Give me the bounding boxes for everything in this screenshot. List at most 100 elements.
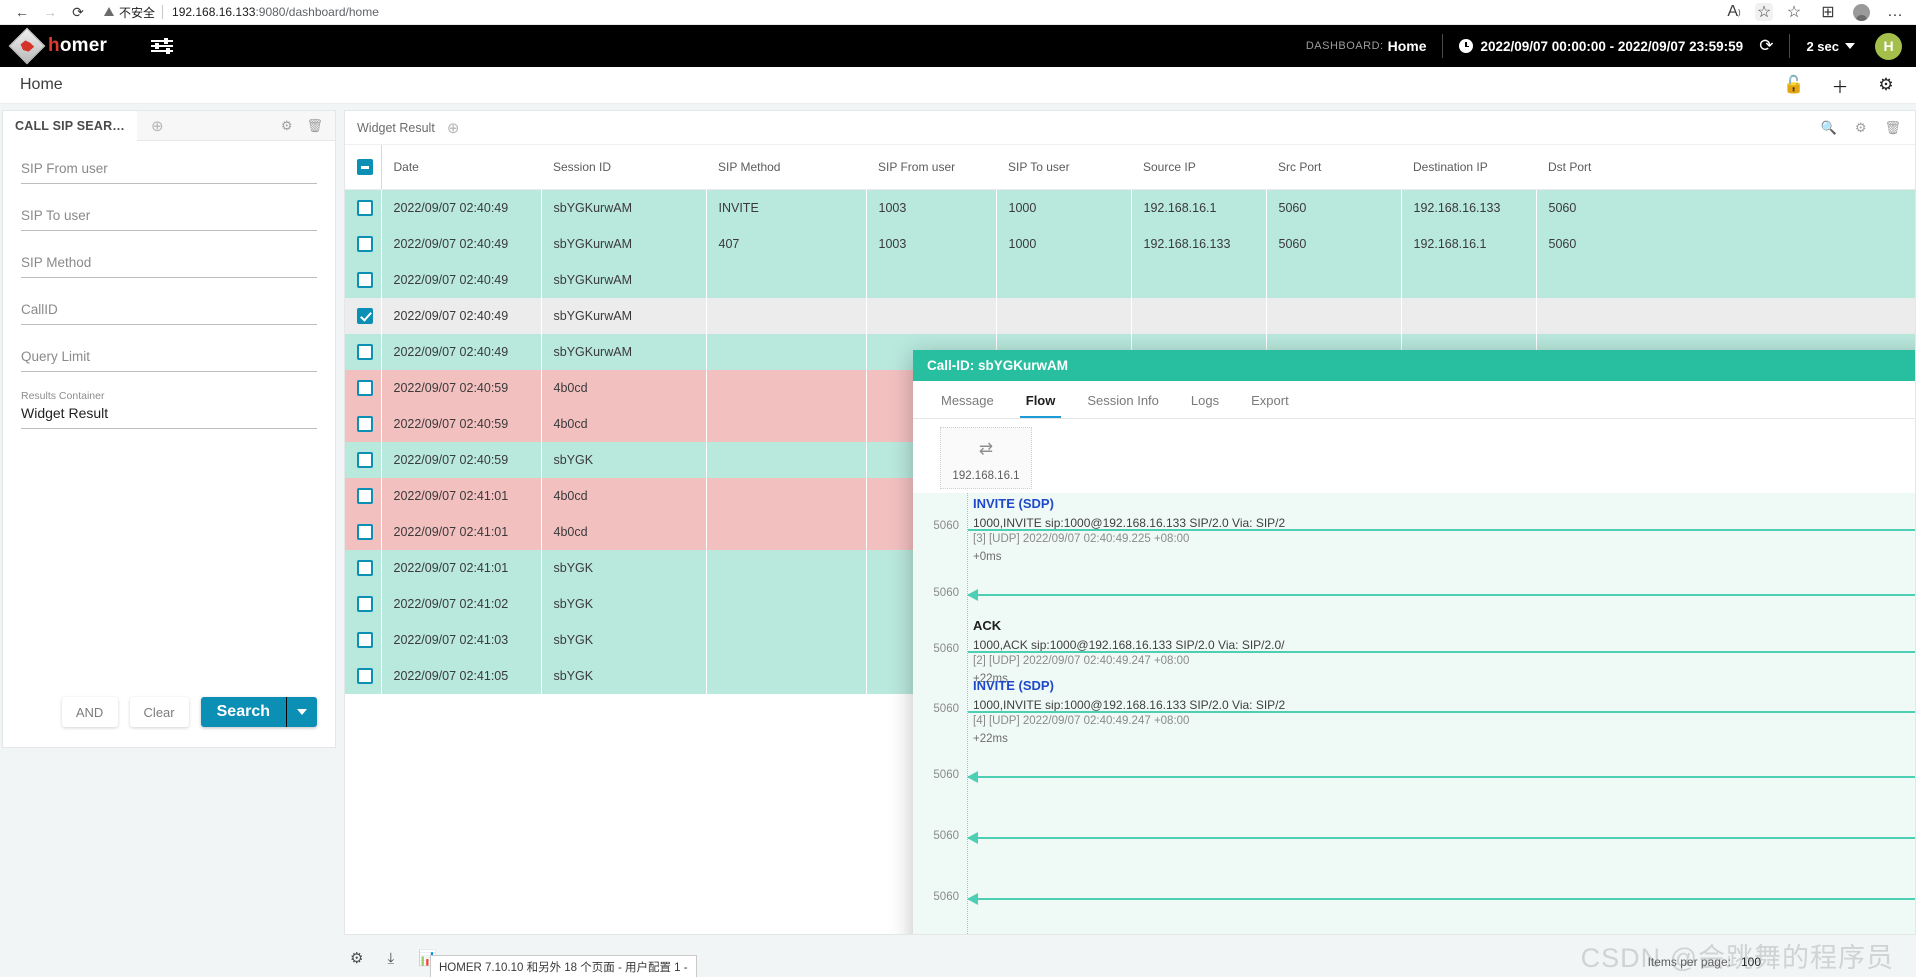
header-right-controls: DASHBOARD: Home 2022/09/07 00:00:00 - 20… bbox=[1306, 32, 1902, 60]
col-src-port[interactable]: Src Port bbox=[1266, 145, 1401, 190]
settings-icon[interactable]: ⚙ bbox=[350, 949, 363, 967]
favorites-icon[interactable]: ☆ bbox=[1785, 3, 1803, 21]
browser-back-button[interactable]: ← bbox=[8, 1, 36, 23]
cell-dst-port: 5060 bbox=[1536, 189, 1915, 226]
row-checkbox[interactable] bbox=[357, 632, 373, 648]
flow-host-node[interactable]: ⇄ 192.168.16.1 bbox=[940, 427, 1032, 489]
row-select-cell bbox=[345, 298, 382, 334]
row-select-cell bbox=[345, 442, 382, 478]
browser-reload-button[interactable]: ⟳ bbox=[64, 1, 92, 23]
row-checkbox[interactable] bbox=[357, 524, 373, 540]
table-row[interactable]: 2022/09/07 02:40:49 sbYGKurwAM bbox=[345, 262, 1915, 298]
col-session-id[interactable]: Session ID bbox=[541, 145, 706, 190]
col-sip-to-user[interactable]: SIP To user bbox=[996, 145, 1131, 190]
table-row[interactable]: 2022/09/07 02:40:49 sbYGKurwAM 407 1003 1000… bbox=[345, 226, 1915, 262]
cell-src-port: 5060 bbox=[1266, 189, 1402, 226]
sip-from-user-input[interactable] bbox=[21, 155, 317, 184]
field-query-limit bbox=[21, 343, 317, 372]
clear-button[interactable]: Clear bbox=[129, 697, 189, 727]
tab-flow[interactable]: Flow bbox=[1010, 393, 1072, 418]
add-icon[interactable]: ＋ bbox=[1830, 75, 1850, 97]
row-checkbox[interactable] bbox=[357, 236, 373, 252]
settings-icon[interactable]: ⚙ bbox=[1876, 75, 1896, 95]
refresh-icon[interactable]: ⟳ bbox=[1759, 36, 1773, 56]
field-results-container[interactable]: Results Container Widget Result bbox=[21, 390, 317, 429]
tab-call-sip-search[interactable]: CALL SIP SEAR… bbox=[3, 110, 137, 141]
bottom-status-bar: ⚙ ⤓ 📊 HOMER 7.10.10 和另外 18 个页面 - 用户配置 1 … bbox=[0, 939, 1916, 977]
collections-icon[interactable]: ⊞ bbox=[1819, 3, 1837, 21]
tab-logs[interactable]: Logs bbox=[1175, 393, 1235, 418]
query-limit-input[interactable] bbox=[21, 343, 317, 372]
flow-message-meta-2: [2] [UDP] 2022/09/07 02:40:49.247 +08:00 bbox=[973, 655, 1190, 667]
row-checkbox[interactable] bbox=[357, 560, 373, 576]
settings-icon[interactable]: ⚙ bbox=[1855, 120, 1867, 136]
user-avatar[interactable]: H bbox=[1875, 32, 1902, 60]
flow-port-left-2: 5060 bbox=[933, 587, 959, 599]
cell-sip-method bbox=[706, 442, 867, 478]
exchange-icon: ⇄ bbox=[978, 439, 994, 458]
url-path: :9080/dashboard/home bbox=[255, 5, 379, 19]
items-per-page-label: Items per page: bbox=[1647, 955, 1731, 969]
address-bar[interactable]: 不安全 192.168.16.133:9080/dashboard/home bbox=[98, 2, 1715, 22]
col-dst-port[interactable]: Dst Port bbox=[1536, 145, 1915, 190]
download-icon[interactable]: ⤓ bbox=[387, 950, 394, 967]
row-checkbox[interactable] bbox=[357, 488, 373, 504]
delete-icon[interactable]: 🗑 bbox=[306, 118, 323, 134]
callid-input[interactable] bbox=[21, 296, 317, 325]
date-range-picker[interactable]: 2022/09/07 00:00:00 - 2022/09/07 23:59:5… bbox=[1480, 39, 1743, 54]
sip-to-user-input[interactable] bbox=[21, 202, 317, 231]
unlock-icon[interactable]: 🔓 bbox=[1783, 75, 1804, 95]
col-sip-method[interactable]: SIP Method bbox=[706, 145, 866, 190]
col-sip-from-user[interactable]: SIP From user bbox=[866, 145, 996, 190]
and-button[interactable]: AND bbox=[61, 697, 118, 727]
table-row[interactable]: 2022/09/07 02:40:49 sbYGKurwAM INVITE 1003 1… bbox=[345, 189, 1915, 226]
row-checkbox[interactable] bbox=[357, 596, 373, 612]
tab-widget-result[interactable]: Widget Result bbox=[345, 111, 447, 145]
read-aloud-icon[interactable]: A) bbox=[1725, 3, 1743, 21]
cell-session-id: 4b0cd bbox=[541, 406, 707, 442]
row-checkbox[interactable] bbox=[357, 380, 373, 396]
search-icon[interactable]: 🔍 bbox=[1821, 120, 1837, 136]
refresh-interval-select[interactable]: 2 sec bbox=[1806, 39, 1855, 54]
results-container-label: Results Container bbox=[21, 390, 105, 402]
select-all-header bbox=[345, 145, 382, 190]
row-checkbox[interactable] bbox=[357, 272, 373, 288]
col-date[interactable]: Date bbox=[381, 145, 541, 190]
header-divider-1 bbox=[1442, 34, 1444, 58]
homer-diamond-icon bbox=[8, 27, 46, 65]
row-checkbox[interactable] bbox=[357, 344, 373, 360]
tab-session-info[interactable]: Session Info bbox=[1071, 393, 1175, 418]
cell-session-id: sbYGKurwAM bbox=[541, 226, 707, 262]
row-checkbox[interactable] bbox=[357, 308, 373, 324]
row-checkbox[interactable] bbox=[357, 668, 373, 684]
flow-message-title-1: INVITE (SDP) bbox=[973, 496, 1054, 511]
delete-icon[interactable]: 🗑 bbox=[1884, 120, 1901, 136]
dashboard-name[interactable]: Home bbox=[1388, 38, 1427, 54]
add-favorite-icon[interactable]: ☆ bbox=[1755, 3, 1773, 21]
homer-logo[interactable]: homer bbox=[8, 27, 107, 65]
add-widget-icon[interactable]: ⊕ bbox=[447, 119, 460, 137]
sliders-icon[interactable] bbox=[151, 38, 174, 54]
browser-forward-button[interactable]: → bbox=[36, 1, 64, 23]
row-checkbox[interactable] bbox=[357, 200, 373, 216]
sip-method-input[interactable] bbox=[21, 249, 317, 278]
cell-src-port bbox=[1266, 262, 1402, 298]
select-all-checkbox[interactable] bbox=[357, 159, 373, 175]
flow-message-title-3: INVITE (SDP) bbox=[973, 678, 1054, 693]
add-widget-icon[interactable]: ⊕ bbox=[151, 117, 164, 135]
search-dropdown-button[interactable] bbox=[287, 697, 317, 727]
row-checkbox[interactable] bbox=[357, 452, 373, 468]
table-row[interactable]: 2022/09/07 02:40:49 sbYGKurwAM bbox=[345, 298, 1915, 334]
flow-message-delta-3: +22ms bbox=[973, 733, 1008, 745]
items-per-page[interactable]: Items per page: 100 bbox=[1648, 955, 1761, 969]
settings-icon[interactable]: ⚙ bbox=[281, 118, 293, 134]
row-checkbox[interactable] bbox=[357, 416, 373, 432]
profile-icon[interactable] bbox=[1853, 3, 1870, 21]
tab-export[interactable]: Export bbox=[1235, 393, 1305, 418]
col-source-ip[interactable]: Source IP bbox=[1131, 145, 1266, 190]
search-button[interactable]: Search bbox=[201, 697, 286, 727]
col-destination-ip[interactable]: Destination IP bbox=[1401, 145, 1536, 190]
tab-message[interactable]: Message bbox=[925, 393, 1010, 418]
settings-more-icon[interactable]: … bbox=[1886, 3, 1904, 21]
cell-date: 2022/09/07 02:41:05 bbox=[381, 658, 542, 694]
